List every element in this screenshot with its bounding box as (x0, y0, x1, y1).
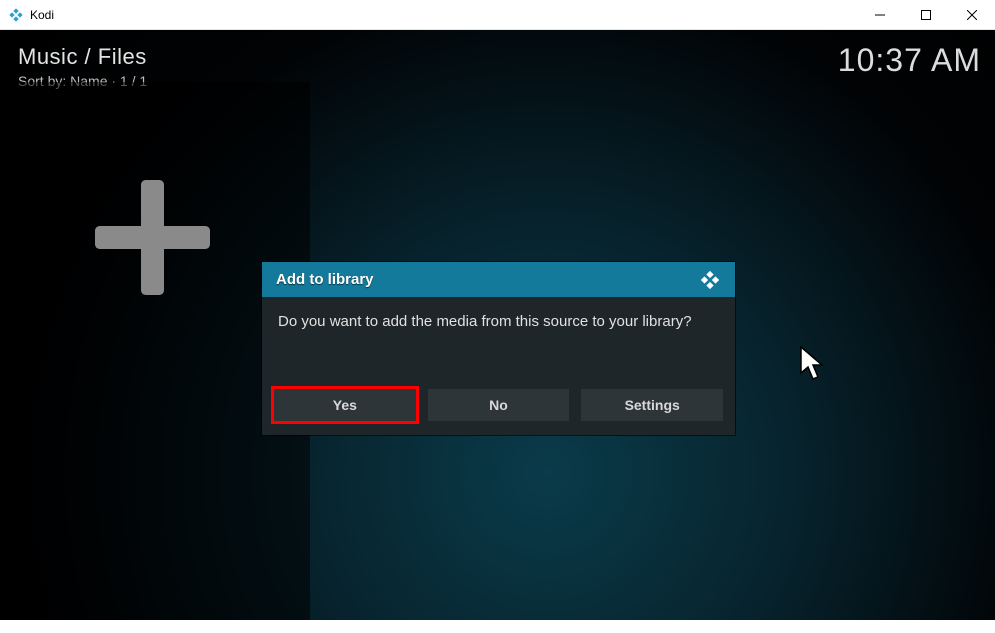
add-to-library-dialog: Add to library Do you want to add the me… (262, 262, 735, 435)
clock: 10:37 AM (838, 42, 981, 79)
footer-strip (0, 620, 995, 633)
window-controls (857, 0, 995, 30)
window-maximize-button[interactable] (903, 0, 949, 30)
window-minimize-button[interactable] (857, 0, 903, 30)
mouse-cursor-icon (800, 346, 826, 382)
window-close-button[interactable] (949, 0, 995, 30)
no-button[interactable]: No (428, 389, 570, 421)
kodi-logo-icon (699, 269, 721, 291)
dialog-title: Add to library (276, 271, 374, 288)
add-source-plus-icon[interactable] (95, 180, 210, 295)
dialog-message: Do you want to add the media from this s… (262, 297, 735, 389)
settings-button[interactable]: Settings (581, 389, 723, 421)
dialog-button-row: Yes No Settings (262, 389, 735, 435)
window-title: Kodi (30, 8, 54, 22)
kodi-main: Music / Files Sort by: Name · 1 / 1 10:3… (0, 30, 995, 620)
kodi-logo-icon (8, 7, 24, 23)
yes-button[interactable]: Yes (274, 389, 416, 421)
dialog-header: Add to library (262, 262, 735, 297)
window-titlebar: Kodi (0, 0, 995, 30)
breadcrumb-path: Music / Files (18, 44, 147, 70)
